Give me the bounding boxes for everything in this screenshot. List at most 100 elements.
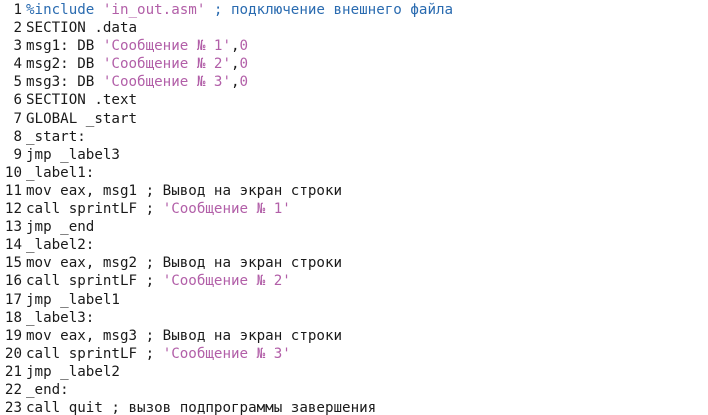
code-text: jmp _label3 [26,147,120,163]
code-line[interactable]: 11 mov eax, msg1 ; Вывод на экран строки [0,182,708,200]
code-token-plain: msg2: DB [26,56,103,73]
code-line[interactable]: 13 jmp _end [0,218,708,236]
code-text: msg1: DB 'Сообщение № 1',0 [26,38,248,54]
line-number: 23 [4,400,22,415]
code-text: _end: [26,382,69,398]
code-line[interactable]: 15 mov eax, msg2 ; Вывод на экран строки [0,254,708,272]
code-line[interactable]: 6 SECTION .text [0,91,708,109]
code-line[interactable]: 17 jmp _label1 [0,291,708,309]
code-token-plain: jmp _end [26,219,95,236]
code-token-plain: msg1: DB [26,38,103,55]
code-token-label: _start: [26,128,86,145]
code-token-plain: GLOBAL _start [26,110,138,127]
code-line[interactable]: 20 call sprintLF ; 'Сообщение № 3' [0,345,708,363]
code-token-plain: jmp _label2 [26,363,120,380]
code-line[interactable]: 19 mov eax, msg3 ; Вывод на экран строки [0,327,708,345]
code-token-plain: , [231,74,240,91]
code-token-label: _end: [26,381,69,398]
code-text: %include 'in_out.asm' ; подключение внеш… [26,2,453,18]
code-line[interactable]: 14 _label2: [0,236,708,254]
code-token-plain: call sprintLF [26,345,146,362]
code-token-str: 0 [239,74,249,91]
line-number: 7 [13,110,22,127]
code-line[interactable]: 9 jmp _label3 [0,146,708,164]
code-token-cmt: ; Вывод на экран строки [145,255,343,272]
code-token-str: 'Сообщение № 3' [162,345,291,362]
code-line[interactable]: 1 %include 'in_out.asm' ; подключение вне… [0,1,708,19]
line-number: 10 [4,164,22,181]
code-token-plain: msg3: DB [26,74,103,91]
code-text: call quit ; вызов подпрограммы завершени… [26,400,376,415]
line-number: 5 [13,74,22,91]
line-number: 8 [13,128,22,145]
code-line[interactable]: 5 msg3: DB 'Сообщение № 3',0 [0,73,708,91]
code-token-plain: SECTION .text [26,92,138,109]
code-text: msg2: DB 'Сообщение № 2',0 [26,56,248,72]
code-token-cmt: ; [145,345,163,362]
code-text: _label1: [26,165,94,181]
code-token-plain: call sprintLF [26,201,146,218]
code-token-str: 'Сообщение № 3' [102,74,231,91]
code-line[interactable]: 12 call sprintLF ; 'Сообщение № 1' [0,200,708,218]
code-token-plain: call sprintLF [26,273,146,290]
code-line[interactable]: 2 SECTION .data [0,19,708,37]
code-line[interactable]: 23 call quit ; вызов подпрограммы заверше… [0,399,708,415]
line-number: 17 [4,291,22,308]
code-text: _label2: [26,237,94,253]
line-number: 11 [4,182,22,199]
code-line[interactable]: 4 msg2: DB 'Сообщение № 2',0 [0,55,708,73]
code-text: call sprintLF ; 'Сообщение № 3' [26,346,291,362]
code-token-str: 'Сообщение № 2' [162,273,291,290]
line-number: 18 [4,309,22,326]
code-text: SECTION .text [26,92,137,108]
code-token-plain: mov eax, msg2 [26,255,146,272]
code-text: mov eax, msg3 ; Вывод на экран строки [26,328,342,344]
code-token-plain: call quit [26,400,112,415]
code-text: msg3: DB 'Сообщение № 3',0 [26,74,248,90]
code-line[interactable]: 16 call sprintLF ; 'Сообщение № 2' [0,272,708,290]
code-token-plain: jmp _label1 [26,291,120,308]
code-token-str: 'Сообщение № 2' [102,56,231,73]
code-token-cmt: ; вызов подпрограммы завершения [111,400,377,415]
code-text: call sprintLF ; 'Сообщение № 2' [26,273,291,289]
code-line[interactable]: 22 _end: [0,381,708,399]
code-text: jmp _label2 [26,364,120,380]
code-token-preproc: %include [26,2,103,18]
line-number: 20 [4,345,22,362]
line-number: 1 [13,2,22,18]
line-number: 13 [4,219,22,236]
code-token-str: 'Сообщение № 1' [102,38,231,55]
code-text: _label3: [26,310,94,326]
line-number: 19 [4,327,22,344]
code-line[interactable]: 8 _start: [0,128,708,146]
line-number: 4 [13,56,22,73]
code-token-str: 0 [239,56,249,73]
line-number: 6 [13,92,22,109]
code-token-cmt: ; [145,201,163,218]
code-token-cmt: ; Вывод на экран строки [145,182,343,199]
code-token-label: _label2: [26,237,95,254]
line-number: 15 [4,255,22,272]
code-token-plain: , [231,38,240,55]
code-token-cmt: ; Вывод на экран строки [145,327,343,344]
code-token-plain: mov eax, msg1 [26,182,146,199]
line-number: 3 [13,38,22,55]
code-line[interactable]: 21 jmp _label2 [0,363,708,381]
code-token-str: 'Сообщение № 1' [162,201,291,218]
code-token-label: _label3: [26,309,95,326]
line-number: 9 [13,146,22,163]
code-editor[interactable]: 1 %include 'in_out.asm' ; подключение вне… [0,0,708,415]
code-line[interactable]: 10 _label1: [0,164,708,182]
line-number: 14 [4,237,22,254]
code-text: call sprintLF ; 'Сообщение № 1' [26,201,291,217]
line-number: 21 [4,363,22,380]
code-line[interactable]: 18 _label3: [0,309,708,327]
code-token-plain: SECTION .data [26,20,138,37]
code-text: jmp _label1 [26,292,120,308]
code-token-preproc: ; подключение внешнего файла [205,2,454,18]
line-number: 12 [4,201,22,218]
code-token-str: 'in_out.asm' [102,2,206,18]
code-line[interactable]: 7 GLOBAL _start [0,110,708,128]
code-text: _start: [26,129,86,145]
code-line[interactable]: 3 msg1: DB 'Сообщение № 1',0 [0,37,708,55]
